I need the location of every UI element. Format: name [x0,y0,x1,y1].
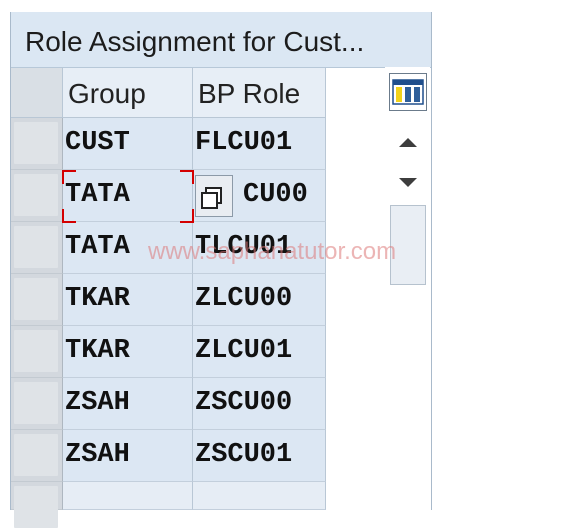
bp-role-cell[interactable]: ZSCU01 [193,430,326,482]
group-value: TKAR [65,284,130,314]
group-cell[interactable]: CUST [63,118,193,170]
select-all-header[interactable] [11,68,63,118]
group-value: TATA [65,180,130,210]
row-selector[interactable] [11,326,63,378]
group-cell[interactable]: ZSAH [63,378,193,430]
row-selector[interactable] [11,430,63,482]
group-value: ZSAH [65,440,130,470]
table-row: TATA CU00 [11,170,326,222]
group-cell[interactable]: TKAR [63,274,193,326]
row-selector[interactable] [11,118,63,170]
scroll-up-icon [399,138,417,147]
bp-role-cell[interactable]: ZSCU00 [193,378,326,430]
column-header-bp-role-label: BP Role [198,78,301,109]
group-value: ZSAH [65,388,130,418]
role-table: Group BP Role CUST FLCU01 TATA CU00 TATA… [11,68,326,528]
table-row: ZSAH ZSCU00 [11,378,326,430]
column-header-bp-role[interactable]: BP Role [193,68,326,118]
table-header: Group BP Role [11,68,326,118]
group-value: CUST [65,128,130,158]
watermark: www.saphanatutor.com [148,238,397,265]
group-cell[interactable]: TKAR [63,326,193,378]
column-header-group[interactable]: Group [63,68,193,118]
bp-role-cell[interactable]: FLCU01 [193,118,326,170]
group-cell[interactable]: ZSAH [63,430,193,482]
bp-role-value: ZSCU01 [195,440,293,470]
table-row: TKAR ZLCU01 [11,326,326,378]
value-help-button[interactable] [195,175,233,217]
table-row: TKAR ZLCU00 [11,274,326,326]
panel-title: Role Assignment for Cust... [25,26,365,57]
bp-role-value: ZSCU00 [195,388,293,418]
title-bar: Role Assignment for Cust... [11,12,431,68]
group-value: TKAR [65,336,130,366]
row-selector[interactable] [11,378,63,430]
bp-role-value: CU00 [243,180,308,210]
column-settings-icon [392,79,424,105]
group-value: TATA [65,232,130,262]
column-header-group-label: Group [68,78,146,109]
bp-role-cell[interactable] [193,482,326,510]
row-selector[interactable] [11,482,63,528]
bp-role-cell[interactable]: ZLCU01 [193,326,326,378]
table-row: ZSAH ZSCU01 [11,430,326,482]
table-row: CUST FLCU01 [11,118,326,170]
table-row-empty [11,482,326,528]
row-selector[interactable] [11,222,63,274]
bp-role-cell[interactable]: ZLCU00 [193,274,326,326]
bp-role-value: FLCU01 [195,128,293,158]
scroll-down-button[interactable] [389,163,427,203]
table-toolbar [385,67,430,510]
bp-role-value: ZLCU00 [195,284,293,314]
scroll-up-button[interactable] [389,123,427,163]
row-selector[interactable] [11,274,63,326]
row-selector[interactable] [11,170,63,222]
group-cell[interactable]: TATA [63,170,193,222]
bp-role-value: ZLCU01 [195,336,293,366]
column-settings-button[interactable] [389,73,427,111]
scroll-down-icon [399,178,417,187]
f4-value-help-icon [201,187,222,209]
group-cell[interactable] [63,482,193,510]
